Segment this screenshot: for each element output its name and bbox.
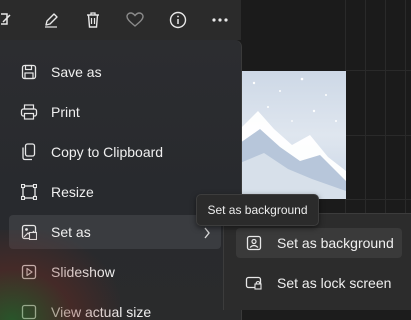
more-options-icon (211, 17, 229, 23)
tooltip: Set as background (196, 194, 319, 226)
save-icon (20, 63, 38, 81)
set-as-image-icon (20, 223, 38, 241)
photo-preview (240, 71, 346, 199)
edit-image-icon (0, 12, 13, 28)
menu-item-label: Save as (51, 64, 102, 80)
draw-icon (42, 11, 60, 29)
view-actual-size-icon (20, 303, 38, 320)
edit-image-button[interactable] (0, 2, 13, 38)
favorite-button[interactable] (114, 2, 156, 38)
desktop-background-icon (245, 234, 263, 252)
info-icon (169, 11, 187, 29)
submenu-item-set-as-background[interactable]: Set as background (236, 228, 402, 258)
grid-line (345, 135, 411, 136)
info-button[interactable] (156, 2, 198, 38)
set-as-submenu: Set as background Set as lock screen (223, 213, 411, 310)
menu-item-view-actual-size[interactable]: View actual size (9, 295, 221, 320)
menu-item-label: Slideshow (51, 264, 115, 280)
menu-item-save-as[interactable]: Save as (9, 55, 221, 89)
menu-item-label: Set as (51, 224, 91, 240)
submenu-item-set-as-lock-screen[interactable]: Set as lock screen (236, 268, 402, 298)
lock-screen-icon (245, 274, 263, 292)
submenu-item-label: Set as background (277, 235, 394, 251)
submenu-item-label: Set as lock screen (277, 275, 392, 291)
menu-item-copy[interactable]: Copy to Clipboard (9, 135, 221, 169)
menu-item-label: Print (51, 104, 80, 120)
resize-icon (20, 183, 38, 201)
favorite-heart-icon (126, 12, 144, 28)
menu-item-slideshow[interactable]: Slideshow (9, 255, 221, 289)
printer-icon (20, 103, 38, 121)
menu-item-set-as[interactable]: Set as (9, 215, 221, 249)
menu-item-label: View actual size (51, 304, 152, 320)
menu-item-print[interactable]: Print (9, 95, 221, 129)
delete-icon (85, 11, 101, 29)
grid-line (345, 199, 411, 200)
delete-button[interactable] (72, 2, 114, 38)
draw-button[interactable] (29, 2, 71, 38)
chevron-right-icon (203, 226, 211, 244)
menu-item-label: Resize (51, 184, 94, 200)
copy-icon (20, 143, 38, 161)
menu-item-label: Copy to Clipboard (51, 144, 164, 160)
grid-line (345, 70, 411, 71)
slideshow-icon (20, 263, 38, 281)
more-options-menu: Save as Print Copy to Clipboard Resize S… (0, 40, 242, 320)
more-options-button[interactable] (199, 2, 241, 38)
image-toolbar (0, 0, 241, 40)
menu-item-resize[interactable]: Resize (9, 175, 221, 209)
